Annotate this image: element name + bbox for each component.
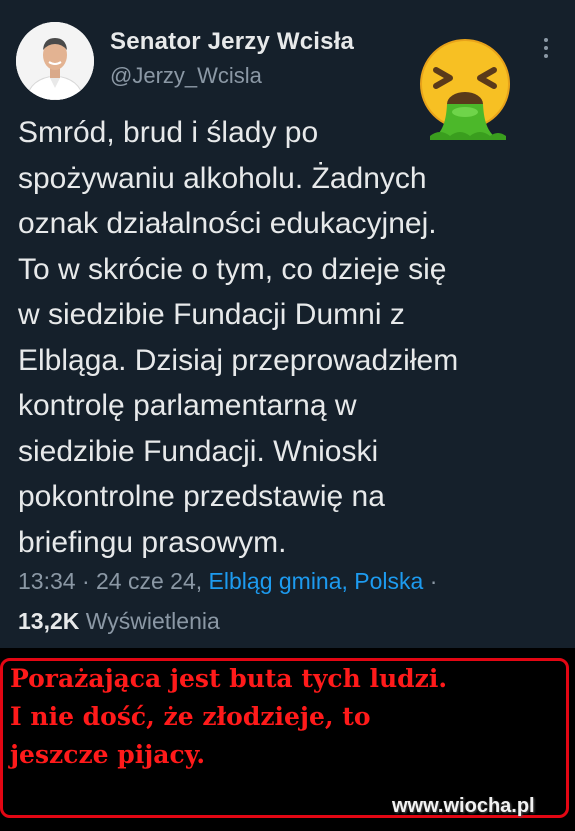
tweet-text-line: Smród, brud i ślady po (18, 116, 319, 149)
author-handle[interactable]: @Jerzy_Wcisla (110, 63, 262, 89)
caption-line: I nie dość, że złodzieje, to (10, 702, 371, 731)
views-count: 13,2K (18, 608, 80, 634)
tweet-date[interactable]: 24 cze 24 (96, 568, 196, 594)
caption-text: Porażająca jest buta tych ludzi. I nie d… (10, 660, 570, 774)
tweet-text-line: spożywaniu alkoholu. Żadnych (18, 161, 427, 195)
meta-separator: · (75, 568, 97, 594)
views-label: Wyświetlenia (79, 608, 220, 634)
caption-line: jeszcze pijacy. (10, 740, 206, 769)
meta-separator: · (423, 568, 438, 594)
tweet-text-line: w siedzibie Fundacji Dumni z (18, 298, 405, 331)
avatar[interactable] (16, 22, 94, 100)
caption-line: Porażająca jest buta tych ludzi. (10, 664, 448, 693)
tweet-text-line: To w skrócie o tym, co dzieje się (18, 252, 447, 286)
tweet-views: 13,2K Wyświetlenia (18, 608, 220, 635)
tweet-text-line: pokontrolne przedstawię na (18, 480, 385, 513)
tweet-text-line: Elbląga. Dzisiaj przeprowadziłem (18, 343, 459, 377)
meta-separator: , (195, 568, 209, 594)
more-vertical-icon[interactable] (540, 36, 552, 60)
watermark: www.wiocha.pl (392, 795, 535, 817)
tweet-text-line: kontrolę parlamentarną w (18, 389, 357, 422)
tweet-time[interactable]: 13:34 (18, 568, 76, 594)
author-display-name[interactable]: Senator Jerzy Wcisła (110, 28, 354, 56)
tweet-meta: 13:34 · 24 cze 24, Elbląg gmina, Polska … (18, 568, 437, 595)
tweet-card: Senator Jerzy Wcisła @Jerzy_Wcisla Smród… (0, 0, 575, 648)
tweet-location-link[interactable]: Elbląg gmina, Polska (209, 568, 424, 594)
tweet-text-line: oznak działalności edukacyjnej. (18, 207, 437, 240)
avatar-photo (16, 22, 94, 100)
tweet-text: Smród, brud i ślady po spożywaniu alkoho… (18, 110, 558, 565)
tweet-text-line: siedzibie Fundacji. Wnioski (18, 434, 379, 468)
tweet-text-line: briefingu prasowym. (18, 525, 287, 559)
